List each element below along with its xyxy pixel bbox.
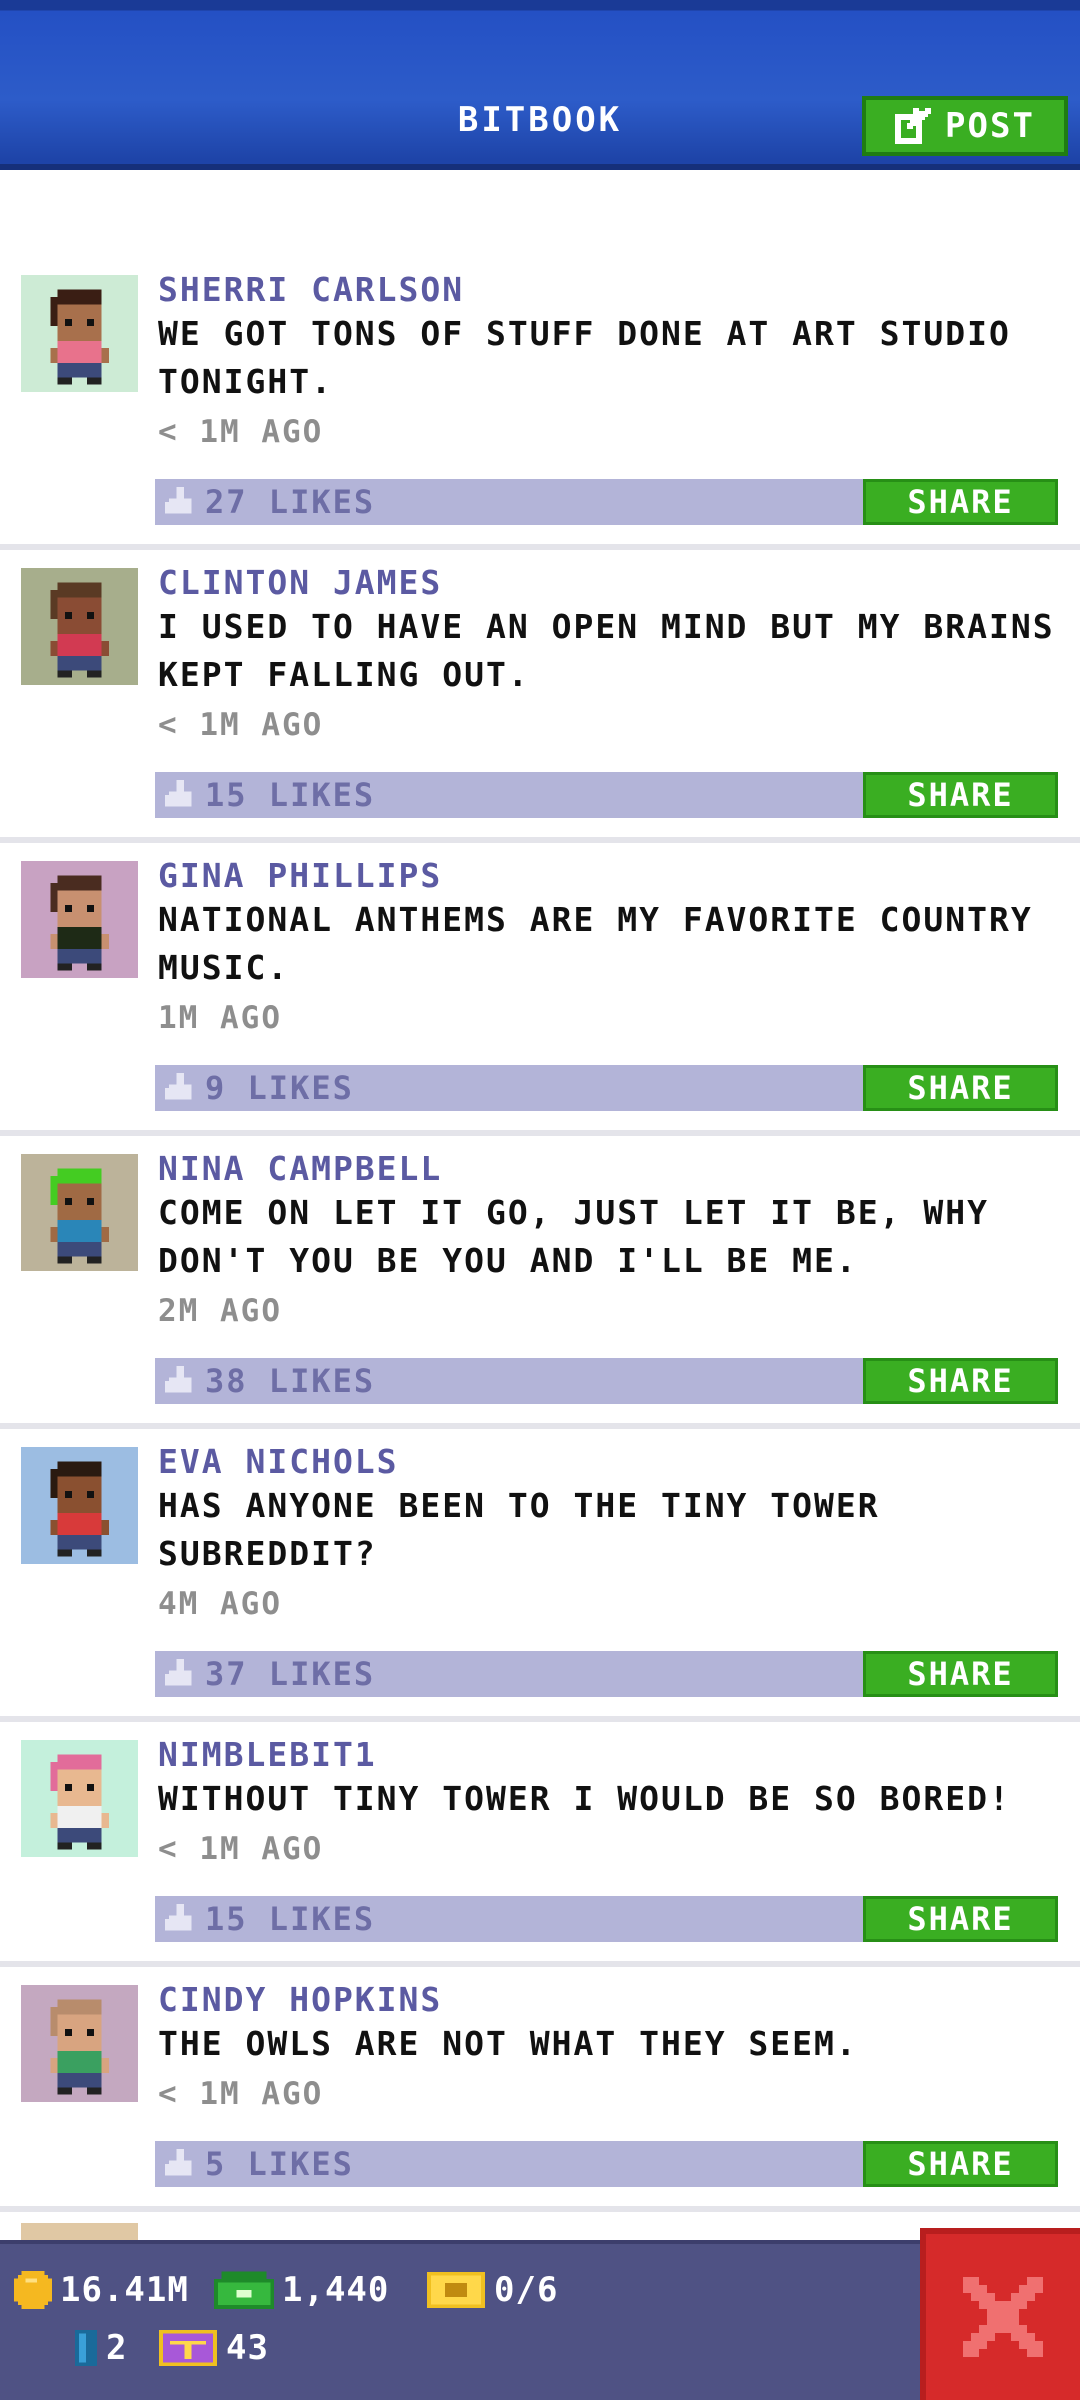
tickets-stat: 0/6 bbox=[426, 2270, 558, 2310]
likes-count: 15 LIKES bbox=[205, 776, 376, 814]
keys-value: 2 bbox=[106, 2328, 128, 2368]
thumbs-up-icon bbox=[165, 487, 192, 514]
like-bar[interactable]: 38 LIKES SHARE bbox=[155, 1358, 1058, 1404]
list-item[interactable]: CLINTON JAMES I USED TO HAVE AN OPEN MIN… bbox=[0, 563, 1080, 852]
tower-ticket-icon bbox=[159, 2330, 217, 2366]
like-bar[interactable]: 15 LIKES SHARE bbox=[155, 1896, 1058, 1942]
share-button[interactable]: SHARE bbox=[863, 1651, 1058, 1697]
tower-tickets-value: 43 bbox=[226, 2328, 269, 2368]
avatar[interactable] bbox=[21, 568, 138, 685]
share-button[interactable]: SHARE bbox=[863, 772, 1058, 818]
post-message: THE OWLS ARE NOT WHAT THEY SEEM. bbox=[158, 2024, 858, 2063]
app-header: BITBOOK POST bbox=[0, 0, 1080, 170]
post-message: WE GOT TONS OF STUFF DONE AT ART STUDIO … bbox=[158, 314, 1011, 401]
post-author[interactable]: GINA PHILLIPS bbox=[158, 856, 442, 895]
likes-count: 15 LIKES bbox=[205, 1900, 376, 1938]
thumbs-up-icon bbox=[165, 1073, 192, 1100]
post-message: HAS ANYONE BEEN TO THE TINY TOWER SUBRED… bbox=[158, 1486, 880, 1573]
post-message: NATIONAL ANTHEMS ARE MY FAVORITE COUNTRY… bbox=[158, 900, 1033, 987]
post-timestamp: 2M AGO bbox=[158, 1293, 282, 1329]
divider bbox=[0, 1130, 1080, 1136]
share-button[interactable]: SHARE bbox=[863, 1065, 1058, 1111]
post-timestamp: < 1M AGO bbox=[158, 2076, 324, 2112]
compose-icon bbox=[895, 108, 932, 144]
like-bar[interactable]: 9 LIKES SHARE bbox=[155, 1065, 1058, 1111]
like-bar[interactable]: 37 LIKES SHARE bbox=[155, 1651, 1058, 1697]
avatar[interactable] bbox=[21, 1740, 138, 1857]
post-timestamp: < 1M AGO bbox=[158, 1831, 324, 1867]
share-button[interactable]: SHARE bbox=[863, 1896, 1058, 1942]
like-bar[interactable]: 5 LIKES SHARE bbox=[155, 2141, 1058, 2187]
tower-tickets-stat: 43 bbox=[158, 2328, 269, 2368]
likes-count: 5 LIKES bbox=[205, 2145, 354, 2183]
divider bbox=[0, 1716, 1080, 1722]
avatar[interactable] bbox=[21, 1154, 138, 1271]
post-author[interactable]: CINDY HOPKINS bbox=[158, 1980, 442, 2019]
bux-stat: 1,440 bbox=[214, 2270, 389, 2310]
divider bbox=[0, 544, 1080, 550]
post-message: COME ON LET IT GO, JUST LET IT BE, WHY D… bbox=[158, 1193, 989, 1280]
thumbs-up-icon bbox=[165, 1904, 192, 1931]
close-button[interactable] bbox=[920, 2228, 1080, 2400]
share-button[interactable]: SHARE bbox=[863, 479, 1058, 525]
avatar[interactable] bbox=[21, 275, 138, 392]
divider bbox=[0, 1961, 1080, 1967]
post-author[interactable]: SHERRI CARLSON bbox=[158, 270, 464, 309]
bux-value: 1,440 bbox=[282, 2270, 390, 2310]
coins-stat: 16.41M bbox=[14, 2270, 189, 2310]
like-bar[interactable]: 27 LIKES SHARE bbox=[155, 479, 1058, 525]
thumbs-up-icon bbox=[165, 1659, 192, 1686]
thumbs-up-icon bbox=[165, 780, 192, 807]
avatar bbox=[21, 2223, 138, 2240]
list-item[interactable]: SHERRI CARLSON WE GOT TONS OF STUFF DONE… bbox=[0, 270, 1080, 559]
likes-count: 37 LIKES bbox=[205, 1655, 376, 1693]
post-author[interactable]: CLINTON JAMES bbox=[158, 563, 442, 602]
likes-count: 9 LIKES bbox=[205, 1069, 354, 1107]
divider bbox=[0, 2206, 1080, 2212]
post-timestamp: < 1M AGO bbox=[158, 707, 324, 743]
avatar[interactable] bbox=[21, 861, 138, 978]
divider bbox=[0, 837, 1080, 843]
coins-value: 16.41M bbox=[60, 2270, 189, 2310]
post-timestamp: < 1M AGO bbox=[158, 414, 324, 450]
list-item[interactable]: EVA NICHOLS HAS ANYONE BEEN TO THE TINY … bbox=[0, 1442, 1080, 1731]
share-button[interactable]: SHARE bbox=[863, 1358, 1058, 1404]
status-bar: 16.41M 1,440 0/6 2 43 bbox=[0, 2240, 1080, 2400]
post-button-label: POST bbox=[945, 106, 1035, 146]
bux-icon bbox=[214, 2271, 274, 2309]
like-bar[interactable]: 15 LIKES SHARE bbox=[155, 772, 1058, 818]
close-icon bbox=[963, 2277, 1043, 2357]
list-item[interactable]: NINA CAMPBELL COME ON LET IT GO, JUST LE… bbox=[0, 1149, 1080, 1438]
post-author[interactable]: NINA CAMPBELL bbox=[158, 1149, 442, 1188]
keys-stat: 2 bbox=[74, 2328, 127, 2368]
likes-count: 27 LIKES bbox=[205, 483, 376, 521]
ticket-icon bbox=[427, 2272, 485, 2308]
list-item[interactable]: GINA PHILLIPS NATIONAL ANTHEMS ARE MY FA… bbox=[0, 856, 1080, 1145]
likes-count: 38 LIKES bbox=[205, 1362, 376, 1400]
post-timestamp: 4M AGO bbox=[158, 1586, 282, 1622]
coin-icon bbox=[14, 2271, 52, 2309]
post-author[interactable]: NIMBLEBIT1 bbox=[158, 1735, 377, 1774]
post-timestamp: 1M AGO bbox=[158, 1000, 282, 1036]
avatar[interactable] bbox=[21, 1447, 138, 1564]
tickets-value: 0/6 bbox=[494, 2270, 559, 2310]
divider bbox=[0, 1423, 1080, 1429]
post-message: WITHOUT TINY TOWER I WOULD BE SO BORED! bbox=[158, 1779, 1011, 1818]
key-icon bbox=[75, 2330, 97, 2366]
post-message: I USED TO HAVE AN OPEN MIND BUT MY BRAIN… bbox=[158, 607, 1055, 694]
list-item-partial bbox=[0, 2215, 1080, 2240]
thumbs-up-icon bbox=[165, 1366, 192, 1393]
thumbs-up-icon bbox=[165, 2149, 192, 2176]
avatar[interactable] bbox=[21, 1985, 138, 2102]
post-button[interactable]: POST bbox=[862, 96, 1068, 156]
share-button[interactable]: SHARE bbox=[863, 2141, 1058, 2187]
post-author[interactable]: EVA NICHOLS bbox=[158, 1442, 399, 1481]
